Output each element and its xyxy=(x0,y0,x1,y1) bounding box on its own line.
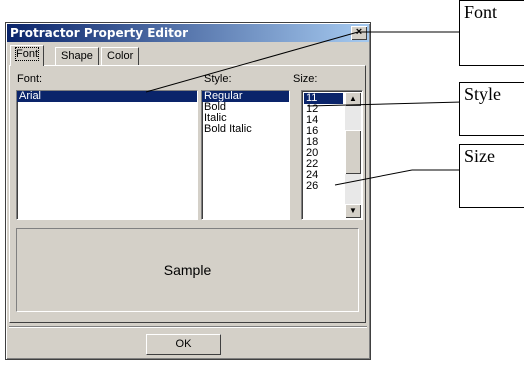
style-callout-line xyxy=(307,101,463,107)
style-callout: Style xyxy=(459,82,524,136)
callout-lines xyxy=(145,31,463,186)
tab-font[interactable]: Font xyxy=(10,45,45,66)
font-callout: Font xyxy=(459,0,524,66)
tab-font-label: Font xyxy=(14,47,40,61)
font-callout-line xyxy=(145,31,359,93)
style-callout-text: Style xyxy=(464,84,502,104)
size-callout-text: Size xyxy=(464,146,495,166)
font-callout-text: Font xyxy=(464,2,498,22)
size-callout: Size xyxy=(459,144,524,208)
size-callout-line xyxy=(334,169,413,186)
